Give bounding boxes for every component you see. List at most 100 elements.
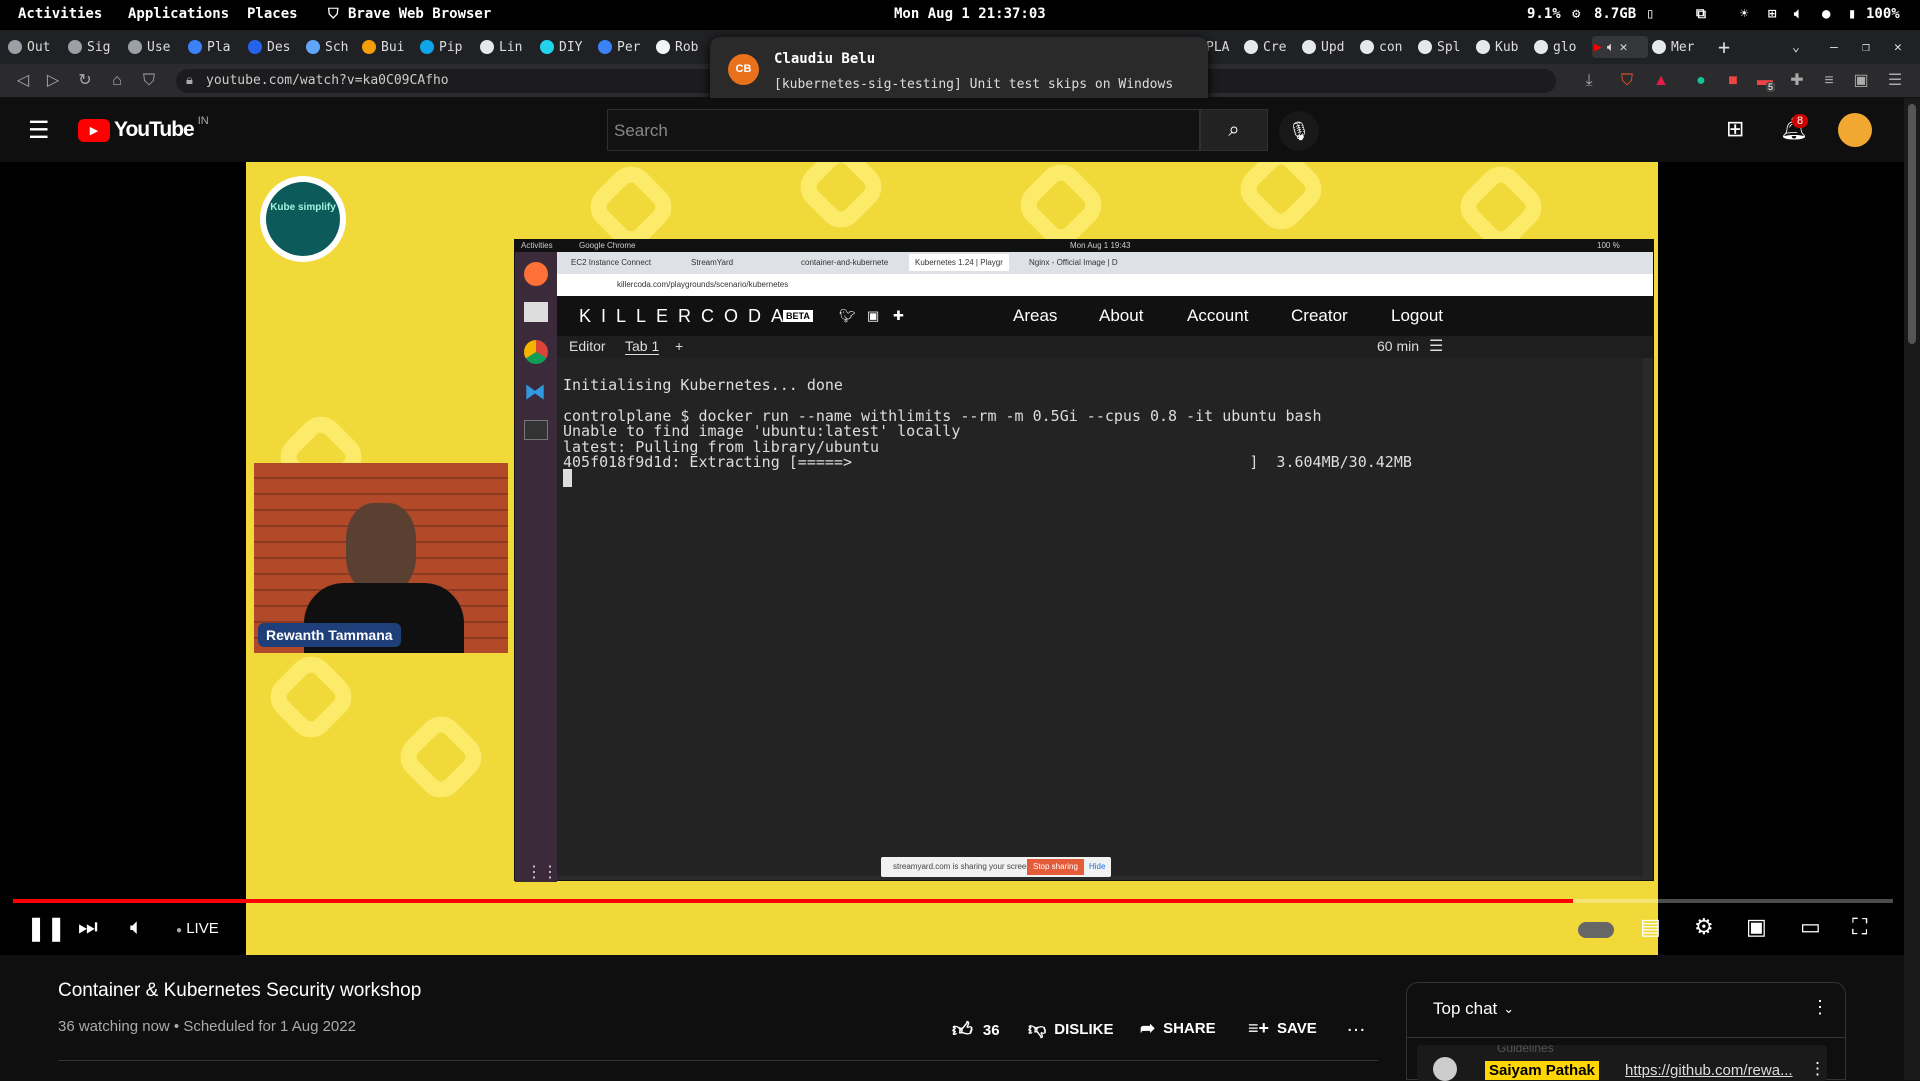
scrollbar-thumb[interactable]	[1908, 104, 1916, 344]
new-tab-button[interactable]: +	[1718, 36, 1738, 58]
browser-tab[interactable]: Bui	[362, 36, 414, 58]
browser-tab[interactable]: glo	[1534, 36, 1586, 58]
like-button[interactable]: 👍︎ 36	[952, 1018, 1000, 1042]
browser-tab[interactable]: Out	[8, 36, 60, 58]
minimize-button[interactable]: –	[1830, 36, 1846, 58]
pinned-message[interactable]: Guidelines Saiyam Pathak https://github.…	[1417, 1045, 1827, 1081]
browser-tab[interactable]: Use	[128, 36, 180, 58]
volume-button[interactable]: 🔈︎	[130, 914, 143, 940]
system-top-bar: Activities Applications Places ⛉ Brave W…	[0, 0, 1920, 30]
browser-tab[interactable]: Cre	[1244, 36, 1296, 58]
vscode-icon: ⧓	[524, 379, 546, 404]
dislike-button[interactable]: 👎︎ DISLIKE	[1028, 1018, 1113, 1040]
puzzle-icon[interactable]: ✚	[1788, 72, 1806, 90]
search-input[interactable]: Search	[607, 109, 1200, 151]
more-actions-icon[interactable]: …	[1346, 1014, 1366, 1037]
settings-icon[interactable]: ⚙	[1694, 914, 1714, 940]
browser-tab[interactable]: PLA	[1206, 36, 1236, 58]
activities-menu[interactable]: Activities	[18, 6, 102, 22]
browser-tab[interactable]: con	[1360, 36, 1412, 58]
browser-tab[interactable]: Pla	[188, 36, 240, 58]
browser-tab[interactable]: Sch	[306, 36, 358, 58]
browser-tab[interactable]: Per	[598, 36, 650, 58]
browser-tab[interactable]: Des	[248, 36, 300, 58]
background-pattern	[391, 707, 491, 807]
clock[interactable]: Mon Aug 1 21:37:03	[894, 6, 1046, 22]
browser-tab[interactable]: DIY	[540, 36, 592, 58]
github-icon	[480, 40, 494, 54]
hamburger-menu-icon[interactable]: ☰	[28, 116, 50, 145]
tab-favicon-icon	[68, 40, 82, 54]
menu-icon[interactable]: ☰	[1886, 72, 1904, 90]
brightness-icon[interactable]: ☀	[1740, 6, 1748, 22]
youtube-logo[interactable]: ▶ YouTube IN	[78, 115, 209, 142]
extension-badge: 5	[1766, 82, 1776, 92]
share-button[interactable]: ➦ SHARE	[1140, 1018, 1216, 1039]
notification-body: [kubernetes-sig-testing] Unit test skips…	[774, 77, 1174, 92]
chat-mode-dropdown[interactable]: Top chat ⌄	[1433, 999, 1514, 1019]
live-indicator[interactable]: ● LIVE	[176, 920, 219, 937]
window-switch-icon[interactable]: ⧉	[1696, 6, 1706, 22]
maximize-button[interactable]: ❐	[1862, 36, 1878, 58]
video-frame[interactable]: Kube simplify Rewanth Tammana Activities…	[246, 162, 1658, 955]
app-grid-icon: ⋮⋮	[526, 864, 558, 881]
save-button[interactable]: ≡+ SAVE	[1248, 1018, 1317, 1039]
home-icon[interactable]: ⌂	[108, 72, 126, 90]
video-player[interactable]: Kube simplify Rewanth Tammana Activities…	[0, 162, 1904, 955]
tab-close-icon[interactable]: ✕	[1620, 40, 1628, 55]
back-icon[interactable]: ◁	[14, 72, 32, 90]
browser-tab[interactable]: Sig	[68, 36, 120, 58]
brave-rewards-icon[interactable]: ▲	[1652, 72, 1670, 90]
microphone-icon[interactable]: ●	[1822, 6, 1830, 22]
playlist-icon[interactable]: ≡	[1820, 72, 1838, 90]
brave-shields-icon[interactable]: ⛉	[1618, 72, 1636, 90]
grammarly-icon[interactable]: ●	[1692, 72, 1710, 90]
next-button[interactable]: ⏭︎	[78, 914, 98, 940]
message-more-icon[interactable]: ⋮	[1809, 1059, 1826, 1079]
avatar[interactable]	[1838, 113, 1872, 147]
places-menu[interactable]: Places	[247, 6, 298, 22]
pause-button[interactable]: ❚❚	[26, 914, 66, 943]
browser-tab[interactable]: Spl	[1418, 36, 1470, 58]
autoplay-toggle[interactable]	[1578, 922, 1614, 938]
download-icon[interactable]: ⤓	[1580, 72, 1598, 90]
fullscreen-icon[interactable]: ⛶	[1852, 914, 1867, 940]
search-button[interactable]: ⌕	[1200, 109, 1268, 151]
extension-icon[interactable]: ■	[1724, 72, 1742, 90]
miniplayer-icon[interactable]: ▣	[1746, 914, 1767, 940]
page-scrollbar[interactable]	[1904, 98, 1920, 1080]
bookmark-icon[interactable]: ⛉	[140, 72, 158, 90]
chat-more-icon[interactable]: ⋮	[1811, 997, 1829, 1018]
github-icon	[1302, 40, 1316, 54]
close-window-button[interactable]: ✕	[1894, 36, 1910, 58]
audio-mute-icon[interactable]: 🔈︎	[1607, 40, 1615, 55]
network-icon[interactable]: ⊞	[1768, 6, 1776, 22]
browser-tab[interactable]: Lin	[480, 36, 532, 58]
reload-icon[interactable]: ↻	[76, 72, 94, 90]
active-app-name[interactable]: Brave Web Browser	[348, 6, 491, 22]
search-icon: ⌕	[1228, 119, 1240, 141]
volume-icon[interactable]: 🔈︎	[1794, 6, 1802, 22]
create-video-icon[interactable]: ⊞	[1726, 116, 1744, 142]
wallet-icon[interactable]: ▣	[1852, 72, 1870, 90]
youtube-header: ☰ ▶ YouTube IN Search ⌕ 🎙︎ ⊞ 🔔︎ 8	[0, 98, 1920, 162]
browser-tab[interactable]: Pip	[420, 36, 472, 58]
browser-tab[interactable]: Rob	[656, 36, 708, 58]
twitter-icon: 🐦︎	[839, 308, 856, 323]
voice-search-button[interactable]: 🎙︎	[1279, 111, 1319, 151]
live-dot-icon: ●	[176, 925, 183, 936]
playlist-add-icon: ≡+	[1248, 1018, 1270, 1038]
browser-tab[interactable]: Mer	[1652, 36, 1704, 58]
browser-tab[interactable]: Upd	[1302, 36, 1354, 58]
chat-link[interactable]: https://github.com/rewa...	[1625, 1062, 1793, 1079]
tab-search-chevron-icon[interactable]: ⌄	[1792, 36, 1812, 58]
browser-tab-active[interactable]: ▶ 🔈︎ ✕	[1592, 36, 1648, 58]
guidelines-text: Guidelines	[1497, 1045, 1554, 1055]
forward-icon[interactable]: ▷	[44, 72, 62, 90]
theater-mode-icon[interactable]: ▭	[1800, 914, 1821, 940]
applications-menu[interactable]: Applications	[128, 6, 229, 22]
progress-bar[interactable]	[13, 899, 1893, 903]
browser-tab[interactable]: Kub	[1476, 36, 1528, 58]
region-code: IN	[197, 115, 209, 127]
subtitles-icon[interactable]: ▤	[1640, 914, 1661, 940]
